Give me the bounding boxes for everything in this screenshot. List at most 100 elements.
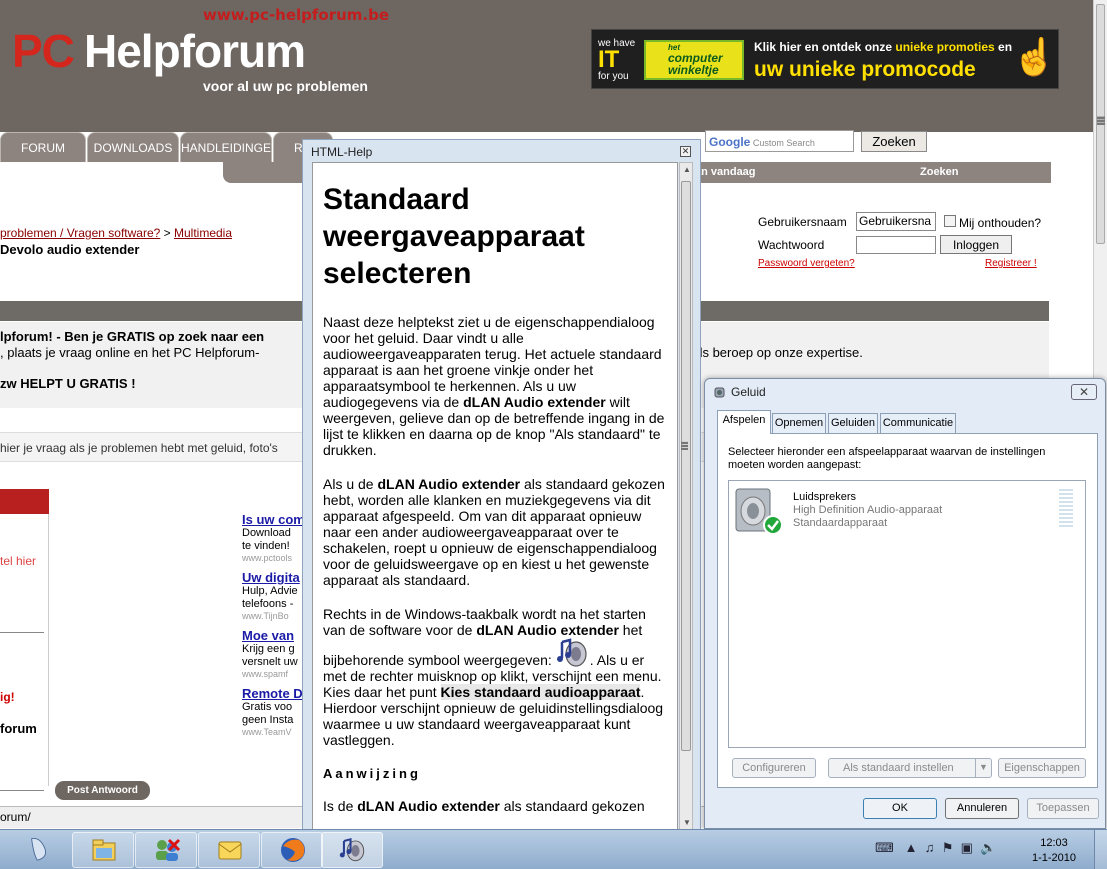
device-status: Standaardapparaat — [793, 517, 888, 529]
login-button[interactable]: Inloggen — [940, 235, 1012, 254]
breadcrumb: problemen / Vragen software? > Multimedi… — [0, 226, 233, 240]
taskbar-mail[interactable] — [198, 832, 260, 868]
tab-geluiden[interactable]: Geluiden — [828, 413, 878, 433]
cancel-button[interactable]: Annuleren — [945, 798, 1019, 819]
taskbar-network[interactable] — [135, 832, 197, 868]
ad-item[interactable]: Remote D Gratis voo geen Insta www.TeamV — [242, 686, 304, 737]
close-icon: ✕ — [681, 146, 690, 156]
speaker-icon — [713, 385, 727, 399]
divider — [0, 632, 44, 633]
taskbar-explorer[interactable] — [72, 832, 134, 868]
google-search-input[interactable]: Google Custom Search — [705, 130, 854, 152]
welcome-text-1: lpforum! - Ben je GRATIS op zoek naar ee… — [0, 329, 265, 344]
ad-item[interactable]: Moe van Krijg een g versnelt uw www.spamf — [242, 628, 304, 679]
dlan-speaker-icon — [556, 638, 590, 668]
username-input[interactable]: Gebruikersna — [856, 212, 936, 231]
help-paragraph-2: Als u de dLAN Audio extender als standaa… — [323, 476, 665, 588]
status-url: orum/ — [0, 810, 31, 824]
password-label: Wachtwoord — [758, 238, 825, 252]
tab-forum[interactable]: FORUM — [0, 132, 86, 162]
subnav-vandaag[interactable]: an vandaag — [695, 166, 756, 178]
device-list[interactable]: Luidsprekers High Definition Audio-appar… — [728, 480, 1086, 748]
username-label: Gebruikersnaam — [758, 215, 847, 229]
divider — [0, 790, 44, 791]
search-button[interactable]: Zoeken — [861, 131, 927, 152]
welcome-text-right: eds beroep op onze expertise. — [688, 345, 863, 360]
forum-description: hier je vraag als je problemen hebt met … — [0, 441, 278, 455]
help-scroll-thumb[interactable] — [681, 181, 691, 751]
keyboard-icon[interactable]: ⌨ — [875, 840, 894, 855]
logo-helpforum[interactable]: Helpforum — [84, 24, 306, 78]
welcome-text-2: , plaats je vraag online en het PC Helpf… — [0, 345, 260, 360]
ok-button[interactable]: OK — [863, 798, 937, 819]
helpt-gratis: zw HELPT U GRATIS ! — [0, 376, 136, 391]
mail-icon — [218, 841, 242, 860]
volume-icon[interactable]: 🔈 — [980, 840, 996, 855]
sidebar-alert[interactable]: ig! — [0, 690, 15, 704]
logo-tagline: voor al uw pc problemen — [203, 78, 368, 94]
set-default-button[interactable]: Als standaard instellen ▼ — [828, 758, 992, 778]
logo-pc[interactable]: PC — [12, 24, 75, 78]
taskbar-firefox[interactable] — [261, 832, 323, 868]
firefox-icon — [281, 838, 305, 862]
html-help-window: HTML-Help ✕ Standaard weergaveapparaat s… — [302, 139, 701, 831]
clock[interactable]: 12:03 1-1-2010 — [1022, 836, 1086, 866]
breadcrumb-software[interactable]: problemen / Vragen software? — [0, 226, 160, 240]
volume-meter — [1059, 489, 1073, 529]
start-button[interactable] — [14, 832, 66, 868]
close-icon: ✕ — [1078, 385, 1090, 399]
device-name[interactable]: Luidsprekers — [793, 491, 856, 503]
tab-opnemen[interactable]: Opnemen — [772, 413, 826, 433]
promo-banner[interactable]: we have IT for you het computer winkeltje K… — [591, 29, 1059, 89]
help-content: Standaard weergaveapparaat selecteren Na… — [312, 162, 678, 830]
site-url[interactable]: www.pc-helpforum.be — [203, 6, 389, 24]
banner-line2: uw unieke promocode — [754, 58, 976, 81]
network-icon[interactable]: ▣ — [961, 840, 973, 855]
help-note-text: Is de dLAN Audio extender als standaard … — [323, 798, 645, 814]
help-close-button[interactable]: ✕ — [680, 146, 691, 157]
tab-communicatie[interactable]: Communicatie — [880, 413, 956, 433]
properties-button[interactable]: Eigenschappen — [998, 758, 1086, 778]
password-input[interactable] — [856, 236, 936, 254]
windows-orb-icon — [31, 838, 47, 861]
help-note-heading: Aanwijzing — [323, 766, 421, 781]
remember-label: Mij onthouden? — [959, 216, 1042, 230]
tab-afspelen[interactable]: Afspelen — [717, 410, 771, 434]
banner-line1: Klik hier en ontdek onze unieke promotie… — [754, 40, 1013, 54]
remember-checkbox[interactable] — [944, 215, 956, 227]
sidebar-forum-label: forum — [0, 721, 37, 736]
scroll-up-icon[interactable]: ▲ — [683, 165, 691, 174]
sound-dialog: Geluid ✕ Afspelen Opnemen Geluiden Commu… — [704, 378, 1106, 829]
playback-panel: Selecteer hieronder een afspeelapparaat … — [717, 433, 1098, 788]
flag-icon[interactable]: ⚑ — [942, 840, 954, 855]
dlan-tray-icon[interactable]: ♫ — [925, 840, 935, 855]
configure-button[interactable]: Configureren — [732, 758, 816, 778]
sound-dialog-title: Geluid — [731, 385, 766, 399]
register-link[interactable]: Registreer ! — [985, 258, 1037, 269]
subnav-zoeken[interactable]: Zoeken — [920, 166, 959, 178]
thread-title: Devolo audio extender — [0, 242, 140, 257]
show-hidden-icon[interactable]: ▲ — [905, 840, 918, 855]
sidebar-red-header — [0, 489, 49, 514]
folder-icon — [92, 839, 116, 861]
ask-here-link[interactable]: tel hier — [0, 554, 36, 568]
forgot-password-link[interactable]: Passwoord vergeten? — [758, 258, 855, 269]
apply-button[interactable]: Toepassen — [1027, 798, 1099, 819]
users-icon — [156, 838, 181, 861]
ad-item[interactable]: Is uw com Download te vinden! www.pctools — [242, 512, 304, 563]
dropdown-arrow-icon[interactable]: ▼ — [975, 759, 991, 777]
show-desktop-button[interactable] — [1094, 830, 1107, 869]
help-window-title: HTML-Help — [311, 145, 373, 159]
help-scrollbar[interactable]: ▲ ▬ ▬ ▬ ▼ — [679, 162, 693, 830]
grip-icon: ▬ ▬ ▬ — [681, 439, 688, 452]
sound-close-button[interactable]: ✕ — [1071, 384, 1097, 400]
tab-downloads[interactable]: DOWNLOADS — [87, 132, 179, 162]
ad-item[interactable]: Uw digita Hulp, Advie telefoons - www.TijnB… — [242, 570, 304, 621]
scroll-down-icon[interactable]: ▼ — [683, 818, 691, 827]
tab-handleidingen[interactable]: HANDLEIDINGEN — [180, 132, 280, 162]
taskbar-dlan[interactable] — [321, 832, 383, 868]
breadcrumb-multimedia[interactable]: Multimedia — [174, 226, 232, 240]
clock-time: 12:03 — [1040, 837, 1068, 849]
post-reply-button[interactable]: Post Antwoord — [55, 781, 150, 800]
help-paragraph-3: Rechts in de Windows-taakbalk wordt na h… — [323, 606, 664, 748]
